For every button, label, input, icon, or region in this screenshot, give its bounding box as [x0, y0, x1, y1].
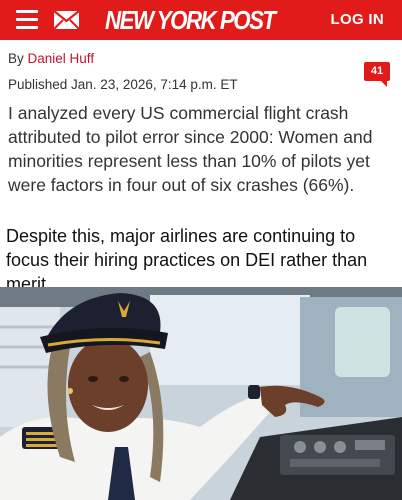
site-header: NEW YORK POST LOG IN	[0, 0, 402, 40]
article-caption: Despite this, major airlines are continu…	[6, 226, 368, 294]
login-button[interactable]: LOG IN	[331, 0, 384, 40]
author-link[interactable]: Daniel Huff	[28, 51, 95, 66]
menu-icon[interactable]	[16, 10, 38, 30]
comment-count-badge[interactable]: 41	[364, 62, 390, 87]
byline: By Daniel Huff	[8, 51, 94, 66]
site-logo[interactable]: NEW YORK POST	[105, 2, 276, 38]
pilot-photo	[0, 287, 402, 500]
mail-icon[interactable]	[53, 10, 80, 30]
article-headline: I analyzed every US commercial flight cr…	[8, 103, 373, 195]
published-date: Published Jan. 23, 2026, 7:14 p.m. ET	[8, 77, 238, 92]
byline-prefix: By	[8, 51, 24, 66]
